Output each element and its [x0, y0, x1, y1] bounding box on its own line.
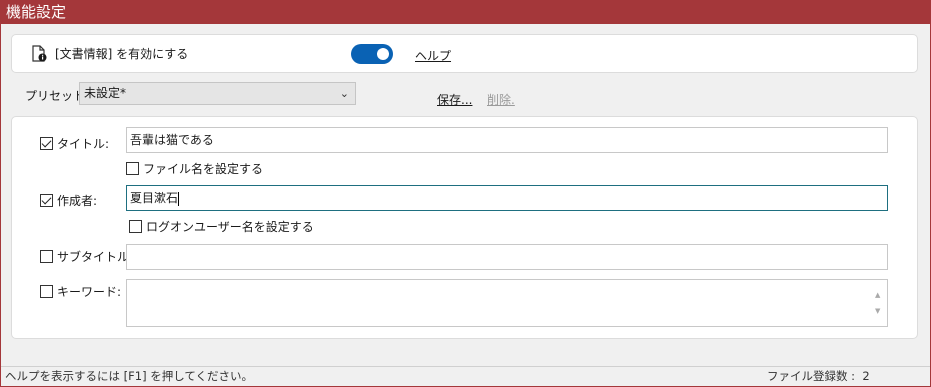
author-checkbox-row[interactable]: 作成者: — [40, 192, 97, 209]
document-info-icon — [32, 45, 47, 62]
author-input[interactable]: 夏目漱石 — [126, 185, 888, 211]
subtitle-input[interactable] — [126, 244, 888, 270]
keywords-scrollbar[interactable]: ▲ ▼ — [872, 281, 886, 325]
set-filename-checkbox-row[interactable]: ファイル名を設定する — [126, 160, 263, 177]
title-label: タイトル: — [57, 137, 110, 151]
set-logon-user-checkbox-row[interactable]: ログオンユーザー名を設定する — [129, 218, 314, 235]
keywords-label: キーワード: — [57, 285, 122, 299]
author-label: 作成者: — [57, 194, 98, 208]
window-title: 機能設定 — [0, 0, 931, 24]
status-bar: ヘルプを表示するには [F1] を押してください。 ファイル登録数 : 2 — [1, 366, 930, 386]
help-link[interactable]: ヘルプ — [415, 47, 451, 64]
set-logon-user-checkbox[interactable] — [129, 220, 142, 233]
file-count-label: ファイル登録数 : — [767, 369, 856, 383]
title-checkbox[interactable] — [40, 137, 53, 150]
set-filename-label: ファイル名を設定する — [143, 162, 264, 176]
set-filename-checkbox[interactable] — [126, 162, 139, 175]
delete-preset-link[interactable]: 削除. — [487, 91, 515, 108]
set-logon-user-label: ログオンユーザー名を設定する — [146, 220, 314, 234]
preset-select[interactable]: 未設定* ⌄ — [79, 82, 356, 105]
preset-selected-value: 未設定* — [84, 86, 127, 100]
enable-document-info-toggle[interactable] — [351, 44, 393, 64]
chevron-down-icon: ⌄ — [339, 87, 349, 100]
scroll-down-icon[interactable]: ▼ — [875, 299, 880, 323]
subtitle-checkbox[interactable] — [40, 250, 53, 263]
keywords-checkbox[interactable] — [40, 285, 53, 298]
title-checkbox-row[interactable]: タイトル: — [40, 135, 109, 152]
status-help-hint: ヘルプを表示するには [F1] を押してください。 — [5, 369, 254, 383]
subtitle-checkbox-row[interactable]: サブタイトル: — [40, 248, 133, 265]
keywords-textarea[interactable]: ▲ ▼ — [126, 279, 888, 327]
author-checkbox[interactable] — [40, 194, 53, 207]
keywords-checkbox-row[interactable]: キーワード: — [40, 283, 121, 300]
author-input-value: 夏目漱石 — [130, 191, 179, 205]
text-caret — [178, 191, 180, 206]
subtitle-label: サブタイトル: — [57, 250, 134, 264]
save-preset-link[interactable]: 保存... — [437, 91, 472, 108]
status-file-count: ファイル登録数 : 2 — [767, 367, 870, 386]
file-count-value: 2 — [862, 369, 870, 383]
enable-document-info-label: [文書情報] を有効にする — [55, 47, 189, 61]
toggle-knob — [377, 48, 389, 60]
title-input[interactable]: 吾輩は猫である — [126, 127, 888, 153]
